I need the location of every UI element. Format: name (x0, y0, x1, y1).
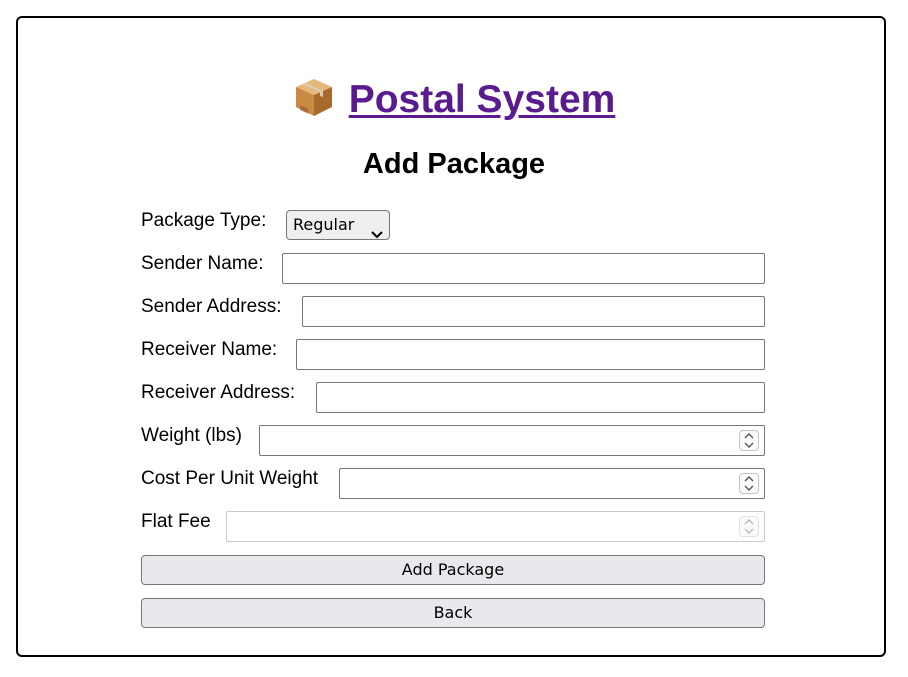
package-type-select[interactable]: Regular (286, 210, 390, 240)
weight-row: Weight (lbs) (141, 425, 765, 456)
cost-per-unit-input[interactable] (340, 469, 764, 498)
sender-name-row: Sender Name: (141, 253, 765, 284)
weight-label: Weight (lbs) (141, 425, 243, 446)
weight-input[interactable] (260, 426, 764, 455)
page-title: Add Package (362, 148, 546, 180)
cost-per-unit-field (339, 468, 765, 499)
add-package-button[interactable]: Add Package (141, 555, 765, 585)
receiver-name-label: Receiver Name: (141, 339, 278, 360)
package-type-value: Regular (293, 215, 355, 234)
package-type-label: Package Type: (141, 210, 267, 231)
chevron-down-icon (371, 220, 383, 248)
brand-link[interactable]: Postal System (293, 74, 616, 126)
sender-name-field (282, 253, 765, 284)
sender-address-field (302, 296, 765, 327)
package-type-row: Package Type: Regular (141, 210, 765, 241)
receiver-name-row: Receiver Name: (141, 339, 765, 370)
package-icon (293, 76, 335, 118)
cost-per-unit-row: Cost Per Unit Weight (141, 468, 765, 499)
flat-fee-row: Flat Fee (141, 511, 765, 542)
flat-fee-label: Flat Fee (141, 511, 211, 532)
brand-header: Postal System (0, 74, 908, 126)
flat-fee-field (226, 511, 765, 542)
flat-fee-spinner-icon (739, 516, 759, 537)
back-button[interactable]: Back (141, 598, 765, 628)
brand-text: Postal System (348, 78, 616, 121)
receiver-name-field (296, 339, 765, 370)
receiver-address-field (316, 382, 765, 413)
receiver-address-label: Receiver Address: (141, 382, 296, 403)
receiver-name-input[interactable] (297, 340, 764, 369)
weight-field (259, 425, 765, 456)
sender-name-label: Sender Name: (141, 253, 264, 274)
sender-address-input[interactable] (303, 297, 764, 326)
sender-name-input[interactable] (283, 254, 764, 283)
receiver-address-row: Receiver Address: (141, 382, 765, 413)
flat-fee-input (227, 512, 764, 541)
cost-per-unit-label: Cost Per Unit Weight (141, 468, 319, 489)
cost-per-unit-spinner-icon[interactable] (739, 473, 759, 494)
sender-address-label: Sender Address: (141, 296, 282, 317)
receiver-address-input[interactable] (317, 383, 764, 412)
weight-spinner-icon[interactable] (739, 430, 759, 451)
sender-address-row: Sender Address: (141, 296, 765, 327)
